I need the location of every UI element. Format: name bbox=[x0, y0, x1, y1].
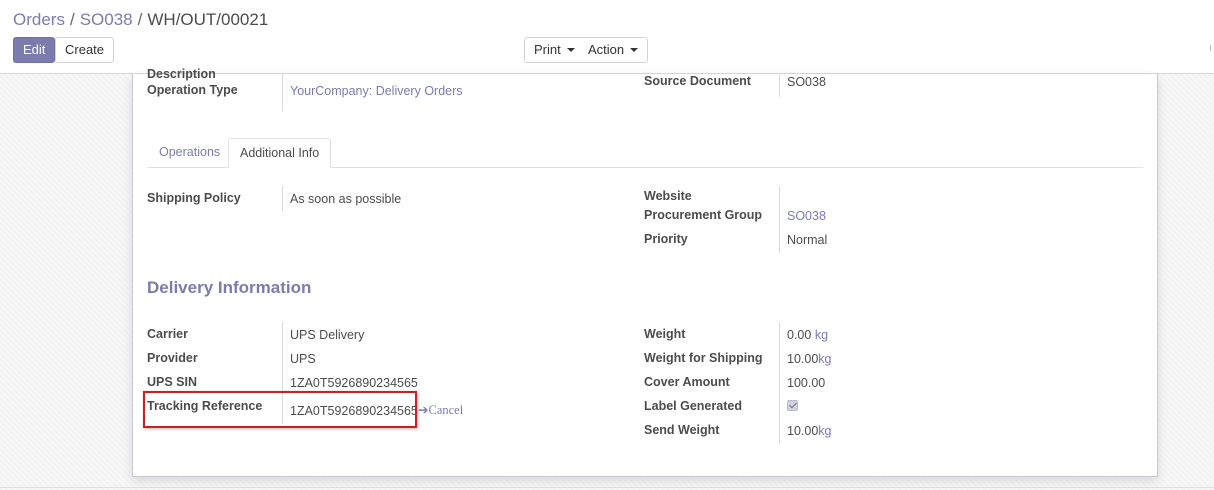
field-divider bbox=[282, 74, 283, 111]
arrow-right-icon: ➔ bbox=[418, 403, 429, 417]
priority-value[interactable]: Normal bbox=[787, 233, 827, 247]
weight-unit: kg bbox=[814, 328, 829, 342]
weight-for-shipping-label: Weight for Shipping bbox=[644, 351, 763, 365]
pager-edge bbox=[1210, 45, 1211, 51]
weight-value[interactable]: 0.00 kg bbox=[787, 328, 828, 342]
cover-amount-label: Cover Amount bbox=[644, 375, 730, 389]
breadcrumb-current: WH/OUT/00021 bbox=[147, 10, 269, 29]
weight-shipping-unit: kg bbox=[818, 352, 832, 366]
tab-additional-info[interactable]: Additional Info bbox=[228, 138, 332, 168]
send-weight-label: Send Weight bbox=[644, 423, 720, 437]
control-panel: Orders / SO038/WH/OUT/00021 Edit Create Pr… bbox=[0, 0, 1214, 74]
send-weight-value[interactable]: 10.00kg bbox=[787, 424, 831, 438]
provider-label: Provider bbox=[147, 351, 198, 365]
source-document-label: Source Document bbox=[644, 74, 751, 88]
label-generated-checkbox[interactable] bbox=[787, 400, 798, 411]
cover-amount-value[interactable]: 100.00 bbox=[787, 376, 825, 390]
action-dropdown-button[interactable]: Action bbox=[579, 37, 649, 63]
edit-button[interactable]: Edit bbox=[13, 37, 56, 63]
bottom-divider bbox=[0, 487, 1214, 488]
procurement-group-value[interactable]: SO038 bbox=[787, 209, 826, 223]
weight-number: 0.00 bbox=[787, 328, 812, 342]
field-divider bbox=[779, 74, 780, 97]
shipping-policy-value[interactable]: As soon as possible bbox=[290, 192, 401, 206]
description-label: Description bbox=[147, 67, 216, 81]
print-dropdown-button[interactable]: Print bbox=[524, 37, 585, 63]
weight-for-shipping-value[interactable]: 10.00kg bbox=[787, 352, 831, 366]
carrier-value[interactable]: UPS Delivery bbox=[290, 328, 364, 342]
send-weight-number: 10.00 bbox=[787, 424, 819, 438]
field-divider bbox=[779, 186, 780, 253]
field-divider bbox=[282, 186, 283, 211]
cancel-label: Cancel bbox=[428, 403, 464, 417]
breadcrumb-separator: / bbox=[137, 10, 143, 29]
operation-type-value[interactable]: YourCompany: Delivery Orders bbox=[290, 84, 463, 98]
procurement-group-label: Procurement Group bbox=[644, 208, 763, 222]
action-label: Action bbox=[588, 42, 625, 57]
priority-label: Priority bbox=[644, 232, 688, 246]
carrier-label: Carrier bbox=[147, 327, 188, 341]
provider-value[interactable]: UPS bbox=[290, 352, 316, 366]
label-generated-label: Label Generated bbox=[644, 399, 742, 413]
website-label: Website bbox=[644, 189, 692, 203]
create-button[interactable]: Create bbox=[55, 37, 115, 63]
shipping-policy-label: Shipping Policy bbox=[147, 191, 241, 205]
weight-label: Weight bbox=[644, 327, 686, 341]
field-divider bbox=[779, 322, 780, 444]
delivery-information-title: Delivery Information bbox=[147, 278, 312, 297]
breadcrumb-orders[interactable]: Orders bbox=[13, 10, 65, 29]
ups-sin-value[interactable]: 1ZA0T5926890234565 bbox=[290, 376, 418, 390]
ups-sin-label: UPS SIN bbox=[147, 375, 198, 389]
operation-type-label: Operation Type bbox=[147, 83, 238, 97]
breadcrumb-separator: / bbox=[69, 10, 75, 29]
tracking-reference-highlight bbox=[143, 391, 417, 428]
breadcrumb: Orders / SO038/WH/OUT/00021 bbox=[13, 10, 268, 30]
caret-down-icon bbox=[630, 48, 639, 52]
weight-shipping-number: 10.00 bbox=[787, 352, 819, 366]
send-weight-unit: kg bbox=[818, 424, 832, 438]
caret-down-icon bbox=[566, 48, 575, 52]
source-document-value: SO038 bbox=[787, 75, 826, 89]
breadcrumb-sale-order[interactable]: SO038 bbox=[80, 10, 133, 29]
tab-operations[interactable]: Operations bbox=[148, 138, 231, 168]
print-label: Print bbox=[534, 42, 561, 57]
cancel-shipment-link[interactable]: ➔Cancel bbox=[418, 402, 463, 418]
